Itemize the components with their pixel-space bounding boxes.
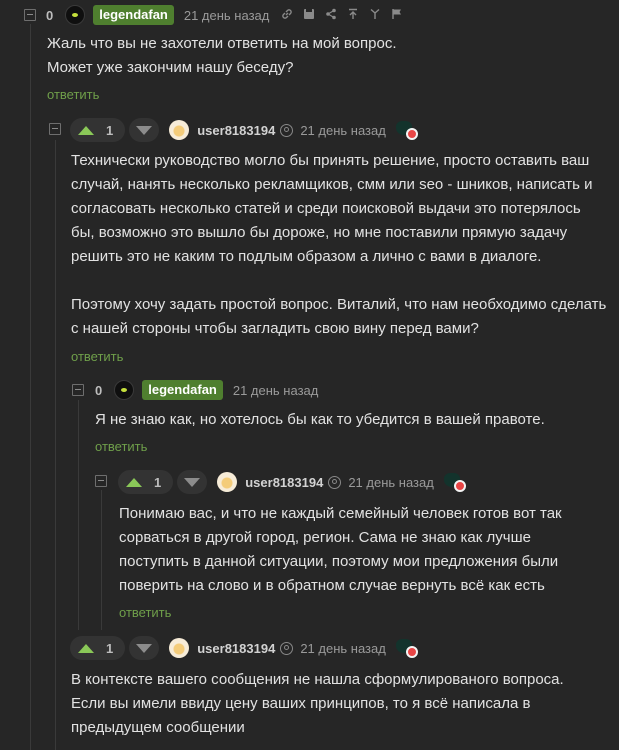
comment-score: 1 [106,640,114,656]
comment-score: 1 [106,122,114,138]
avatar[interactable] [169,120,190,140]
comment-time[interactable]: 21 день назад [233,383,319,398]
comment-text: Жаль что вы не захотели ответить на мой … [47,35,397,76]
author-name[interactable]: user8183194 [245,475,323,490]
fork-icon[interactable] [369,8,381,22]
upvote-icon[interactable] [78,643,94,653]
comment-header: 0 legendafan 21 день назад [46,3,403,27]
comment-header: 1 user8183194 21 день назад [70,118,418,142]
collapse-button[interactable] [95,475,107,487]
downvote-button[interactable] [129,118,160,142]
comment-time[interactable]: 21 день назад [184,8,270,23]
downvote-icon [184,477,201,487]
comment-text: Технически руководство могло бы принять … [71,152,607,337]
author-badge[interactable]: legendafan [142,380,223,400]
thread-line [55,140,56,750]
downvote-button[interactable] [177,470,208,494]
reply-button[interactable]: ответить [95,439,147,454]
comment-header: 1 user8183194 21 день назад [118,470,466,494]
award-icon[interactable] [395,637,418,659]
reply-button[interactable]: ответить [47,87,99,102]
vote-pill: 1 [70,118,126,142]
collapse-button[interactable] [24,9,36,21]
thread-line [30,24,31,750]
share-icon[interactable] [325,8,337,22]
comment-text: Я не знаю как, но хотелось бы как то убе… [95,411,545,428]
downvote-icon [136,643,153,653]
comment-score: 0 [95,382,103,398]
comment-header: 0 legendafan 21 день назад [95,378,318,402]
downvote-icon [136,125,153,135]
avatar[interactable] [217,472,238,492]
user-icon [280,641,294,655]
avatar[interactable] [169,638,190,658]
vote-pill: 1 [70,636,126,660]
comment-text: Понимаю вас, и что не каждый семейный че… [119,505,562,594]
downvote-button[interactable] [129,636,160,660]
avatar[interactable] [114,380,135,400]
arrow-up-icon[interactable] [347,8,359,22]
collapse-button[interactable] [72,384,84,396]
flag-icon[interactable] [391,8,403,22]
comment-time[interactable]: 21 день назад [300,641,386,656]
collapse-button[interactable] [49,123,61,135]
user-icon [328,475,342,489]
reply-button[interactable]: ответить [119,605,171,620]
award-icon[interactable] [395,119,418,141]
comment-text: В контексте вашего сообщения не нашла сф… [71,671,564,736]
thread-line [101,490,102,630]
author-name[interactable]: user8183194 [197,123,275,138]
comment-score: 1 [154,474,162,490]
award-icon[interactable] [443,471,466,493]
author-badge[interactable]: legendafan [93,5,174,25]
comment-time[interactable]: 21 день назад [348,475,434,490]
author-name[interactable]: user8183194 [197,641,275,656]
upvote-icon[interactable] [78,125,94,135]
user-icon [280,123,294,137]
comment-time[interactable]: 21 день назад [300,123,386,138]
avatar[interactable] [65,5,86,25]
vote-pill: 1 [118,470,174,494]
thread-line [78,400,79,630]
upvote-icon[interactable] [126,477,142,487]
save-icon[interactable] [303,8,315,22]
reply-button[interactable]: ответить [71,349,123,364]
comment-header: 1 user8183194 21 день назад [70,636,418,660]
comment-score: 0 [46,7,54,23]
link-icon[interactable] [281,8,293,22]
